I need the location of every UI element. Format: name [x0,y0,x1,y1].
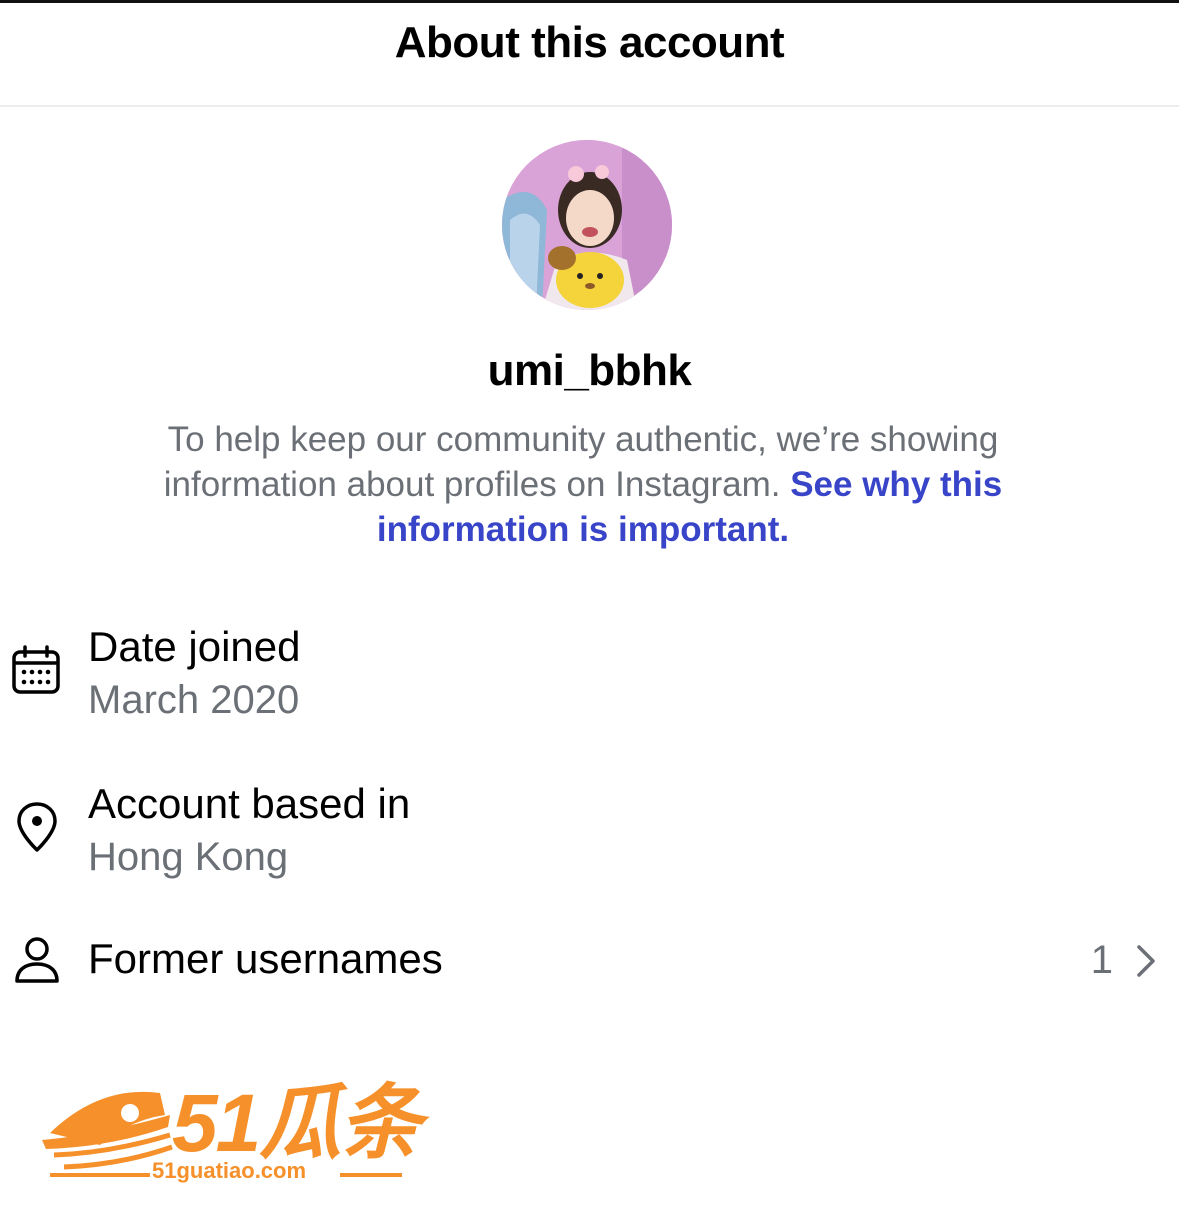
date-joined-label: Date joined [88,623,301,670]
former-usernames-label: Former usernames [88,935,443,982]
profile-photo [502,140,672,310]
page-title: About this account [394,18,785,67]
username: umi_bbhk [487,346,692,395]
location-pin-icon [10,801,64,855]
watermark-brand: 51瓜条 [172,1078,421,1169]
former-usernames-count: 1 [1090,938,1113,982]
account-based-in-value: Hong Kong [88,835,289,879]
watermark-url: 51guatiao.com [152,1158,307,1183]
calendar-icon [10,644,64,698]
date-joined-value: March 2020 [88,678,300,722]
account-based-in-row: Account based in Hong Kong [0,777,1179,887]
info-description: To help keep our community authentic, we… [118,417,1048,552]
chevron-right-icon [1135,943,1157,979]
header: About this account [0,3,1179,107]
date-joined-row: Date joined March 2020 [0,620,1179,730]
avatar[interactable] [502,140,672,310]
account-based-in-label: Account based in [88,780,411,827]
former-usernames-row[interactable]: Former usernames 1 [0,930,1179,990]
person-icon [10,933,64,987]
